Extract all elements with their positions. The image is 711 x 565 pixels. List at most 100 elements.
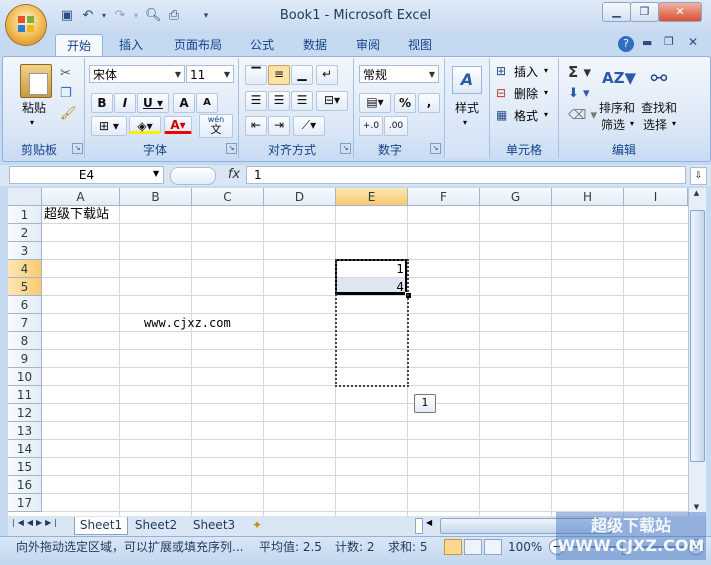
page-layout-view-icon[interactable] — [464, 539, 482, 555]
fill-icon[interactable]: ⬇ ▾ — [568, 86, 590, 101]
phonetic-button[interactable]: wén 文 — [199, 114, 233, 138]
formula-bar-resize-handle[interactable] — [170, 167, 216, 185]
paste-dropdown-icon[interactable]: ▾ — [30, 118, 34, 127]
office-button[interactable] — [6, 5, 46, 45]
increase-indent-button[interactable]: ⇥ — [268, 116, 290, 136]
cell-a1[interactable]: 超级下载站 — [44, 206, 184, 224]
tab-insert[interactable]: 插入 — [111, 34, 151, 56]
format-painter-icon[interactable]: 🖌︎ — [60, 106, 77, 121]
row-header[interactable]: 13 — [8, 422, 42, 440]
tab-home[interactable]: 开始 — [55, 34, 103, 57]
find-select-button[interactable]: 查找和 — [638, 100, 680, 116]
row-header[interactable]: 17 — [8, 494, 42, 512]
font-size-combo[interactable]: 11 ▼ — [186, 65, 234, 83]
align-left-button[interactable]: ☰ — [245, 91, 267, 111]
select-all-button[interactable] — [8, 188, 42, 206]
row-header[interactable]: 15 — [8, 458, 42, 476]
font-color-button[interactable]: A▾ — [164, 116, 192, 134]
doc-minimize-icon[interactable]: ▬ — [642, 36, 652, 49]
styles-button[interactable]: 样式 — [446, 100, 488, 116]
zoom-level[interactable]: 100% — [508, 539, 542, 555]
tab-page-layout[interactable]: 页面布局 — [163, 34, 233, 56]
worksheet-grid[interactable]: A B C D E F G H I 1 2 3 4 5 6 7 8 9 10 1… — [8, 188, 688, 516]
row-header[interactable]: 11 — [8, 386, 42, 404]
alignment-launcher-icon[interactable]: ↘ — [340, 143, 351, 154]
row-header[interactable]: 3 — [8, 242, 42, 260]
percent-button[interactable]: % — [394, 93, 416, 113]
cut-icon[interactable]: ✂ — [60, 66, 71, 81]
number-format-combo[interactable]: 常规 ▼ — [359, 65, 439, 83]
formula-input[interactable]: 1 — [246, 166, 686, 184]
scroll-left-arrow[interactable]: ◀ — [426, 518, 432, 527]
row-header[interactable]: 6 — [8, 296, 42, 314]
clear-icon[interactable]: ⌫ ▾ — [568, 108, 597, 123]
delete-cells-button[interactable]: 删除 — [514, 86, 538, 102]
maximize-button[interactable]: ❐ — [630, 2, 659, 22]
col-header-c[interactable]: C — [192, 188, 264, 206]
row-header[interactable]: 7 — [8, 314, 42, 332]
sheet-tab-2[interactable]: Sheet2 — [130, 517, 182, 534]
borders-button[interactable]: ⊞ ▾ — [91, 116, 127, 136]
align-middle-button[interactable]: ≡ — [268, 65, 290, 85]
help-icon[interactable]: ? — [618, 36, 634, 52]
row-header[interactable]: 1 — [8, 206, 42, 224]
tab-review[interactable]: 审阅 — [348, 34, 388, 56]
insert-sheet-icon[interactable]: ✦ — [252, 518, 262, 532]
styles-dropdown-icon[interactable]: ▾ — [463, 118, 467, 127]
insert-function-icon[interactable]: fx — [222, 166, 246, 184]
row-header[interactable]: 8 — [8, 332, 42, 350]
sheet-nav-arrows-icon[interactable]: |◀◀▶▶| — [12, 518, 60, 527]
col-header-d[interactable]: D — [264, 188, 336, 206]
sheet-tab-1[interactable]: Sheet1 — [74, 517, 128, 535]
increase-font-button[interactable]: A — [173, 93, 195, 113]
paste-button[interactable]: 粘贴 — [14, 100, 54, 116]
align-right-button[interactable]: ☰ — [291, 91, 313, 111]
font-name-combo[interactable]: 宋体 ▼ — [89, 65, 185, 83]
page-break-view-icon[interactable] — [484, 539, 502, 555]
row-header[interactable]: 12 — [8, 404, 42, 422]
name-box-dropdown-icon[interactable]: ▼ — [153, 169, 159, 178]
col-header-a[interactable]: A — [42, 188, 120, 206]
tab-split-handle[interactable] — [415, 518, 423, 534]
row-header[interactable]: 10 — [8, 368, 42, 386]
font-launcher-icon[interactable]: ↘ — [226, 143, 237, 154]
sheet-tab-3[interactable]: Sheet3 — [188, 517, 240, 534]
cell-b7[interactable]: www.cjxz.com — [144, 314, 264, 332]
comma-button[interactable]: , — [418, 93, 440, 113]
increase-decimal-button[interactable]: +.0 — [359, 116, 383, 136]
align-top-button[interactable]: ▔ — [245, 65, 267, 85]
format-cells-button[interactable]: 格式 — [514, 108, 538, 124]
name-box[interactable]: E4 — [9, 166, 164, 184]
col-header-g[interactable]: G — [480, 188, 552, 206]
decrease-indent-button[interactable]: ⇤ — [245, 116, 267, 136]
bold-button[interactable]: B — [91, 93, 113, 113]
scroll-thumb[interactable] — [690, 210, 705, 462]
col-header-h[interactable]: H — [552, 188, 624, 206]
tab-formulas[interactable]: 公式 — [242, 34, 282, 56]
normal-view-icon[interactable] — [444, 539, 462, 555]
col-header-i[interactable]: I — [624, 188, 688, 206]
row-header[interactable]: 5 — [8, 278, 42, 296]
wrap-text-button[interactable]: ↵ — [316, 65, 338, 85]
paste-icon[interactable] — [20, 64, 52, 98]
row-header[interactable]: 2 — [8, 224, 42, 242]
align-center-button[interactable]: ☰ — [268, 91, 290, 111]
orientation-button[interactable]: ⟋▾ — [293, 116, 325, 136]
col-header-b[interactable]: B — [120, 188, 192, 206]
underline-button[interactable]: U ▾ — [137, 93, 169, 113]
sort-filter-button[interactable]: 排序和 — [596, 100, 638, 116]
decrease-decimal-button[interactable]: .00 — [384, 116, 408, 136]
row-header[interactable]: 9 — [8, 350, 42, 368]
row-header[interactable]: 16 — [8, 476, 42, 494]
doc-restore-icon[interactable]: ❐ — [664, 35, 674, 48]
clipboard-launcher-icon[interactable]: ↘ — [72, 143, 83, 154]
fill-color-button[interactable]: ◈▾ — [129, 116, 161, 134]
tab-view[interactable]: 视图 — [400, 34, 440, 56]
accounting-format-button[interactable]: ▤▾ — [359, 93, 391, 113]
scroll-up-arrow[interactable]: ▲ — [689, 189, 704, 199]
col-header-e[interactable]: E — [336, 188, 408, 206]
align-bottom-button[interactable]: ▁ — [291, 65, 313, 85]
find-select-button-line2[interactable]: 选择 — [638, 117, 672, 133]
decrease-font-button[interactable]: A — [196, 93, 218, 113]
expand-formula-bar-icon[interactable]: ⇩ — [690, 167, 707, 185]
